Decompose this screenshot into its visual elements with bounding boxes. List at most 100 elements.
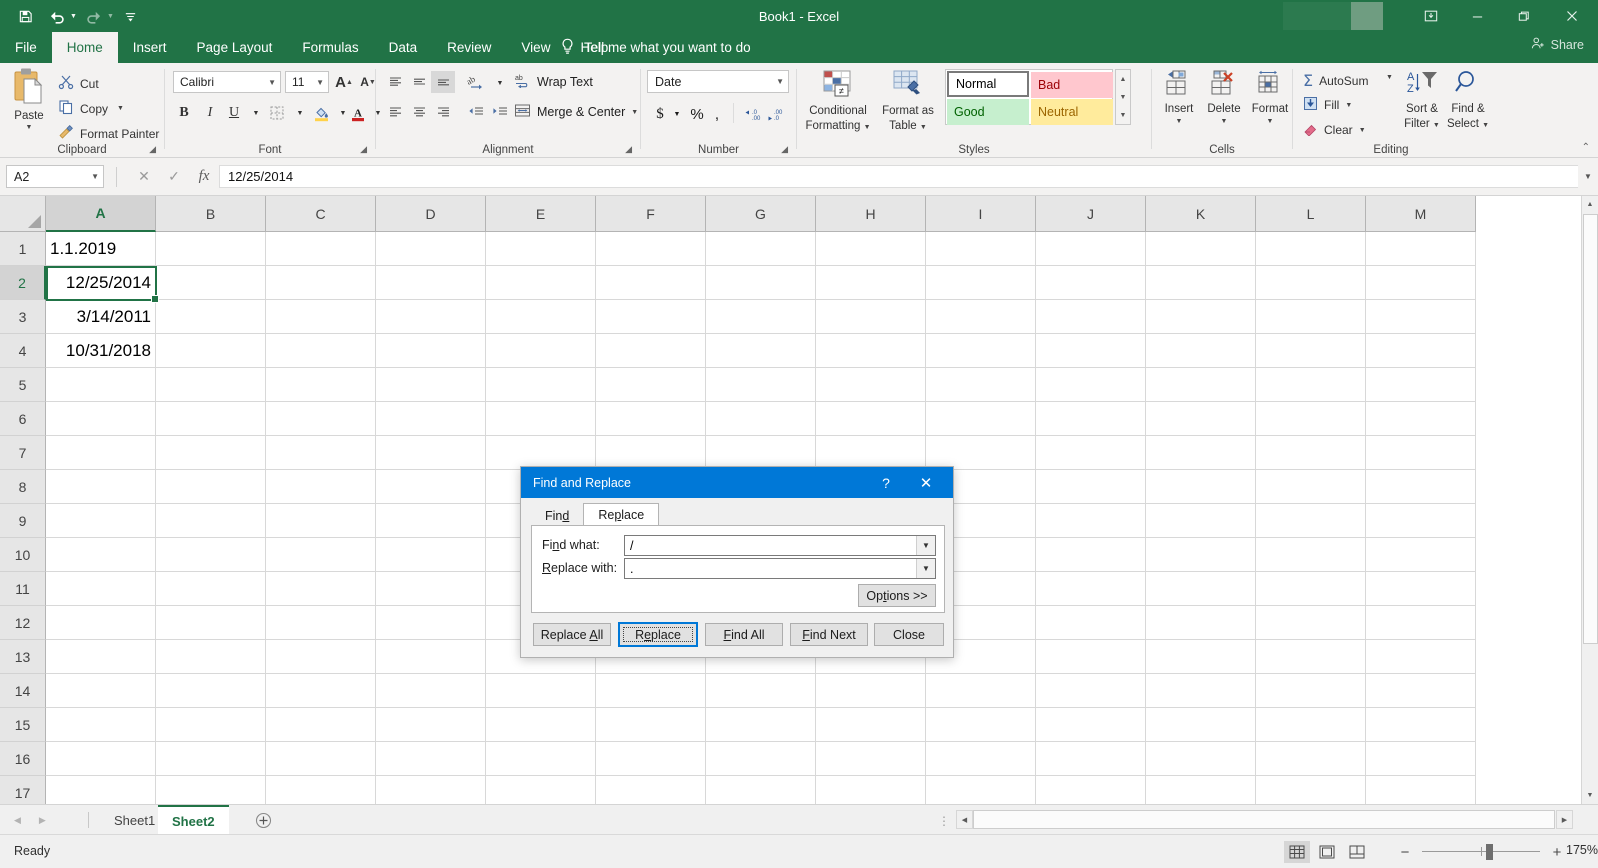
find-next-button[interactable]: Find Next: [790, 623, 868, 646]
horizontal-scroll-thumb[interactable]: [973, 810, 1555, 829]
column-header-H[interactable]: H: [816, 196, 926, 232]
cell-C11[interactable]: [266, 572, 376, 606]
cell-M11[interactable]: [1366, 572, 1476, 606]
vertical-scroll-thumb[interactable]: [1583, 214, 1598, 644]
cell-L17[interactable]: [1256, 776, 1366, 804]
ribbon-tab-review[interactable]: Review: [432, 32, 506, 63]
increase-indent-button[interactable]: [487, 101, 511, 123]
cell-H17[interactable]: [816, 776, 926, 804]
cell-F14[interactable]: [596, 674, 706, 708]
cell-L7[interactable]: [1256, 436, 1366, 470]
cell-E14[interactable]: [486, 674, 596, 708]
find-all-button[interactable]: Find All: [705, 623, 783, 646]
cell-G17[interactable]: [706, 776, 816, 804]
cell-K3[interactable]: [1146, 300, 1256, 334]
cell-K6[interactable]: [1146, 402, 1256, 436]
cell-L6[interactable]: [1256, 402, 1366, 436]
comma-style-button[interactable]: ,: [709, 103, 725, 125]
cell-C5[interactable]: [266, 368, 376, 402]
cell-D7[interactable]: [376, 436, 486, 470]
row-header-12[interactable]: 12: [0, 606, 46, 640]
percent-style-button[interactable]: %: [687, 103, 707, 125]
cell-F2[interactable]: [596, 266, 706, 300]
vertical-scrollbar[interactable]: ▲ ▼: [1581, 196, 1598, 804]
column-header-A[interactable]: A: [46, 196, 156, 232]
close-icon[interactable]: [1546, 0, 1598, 32]
column-header-K[interactable]: K: [1146, 196, 1256, 232]
italic-button[interactable]: I: [199, 101, 221, 125]
cell-C7[interactable]: [266, 436, 376, 470]
cell-L4[interactable]: [1256, 334, 1366, 368]
cell-C9[interactable]: [266, 504, 376, 538]
bold-button[interactable]: B: [173, 101, 195, 125]
close-button[interactable]: Close: [874, 623, 944, 646]
cell-J12[interactable]: [1036, 606, 1146, 640]
insert-cells-button[interactable]: Insert ▼: [1158, 69, 1200, 126]
cell-M9[interactable]: [1366, 504, 1476, 538]
cell-G6[interactable]: [706, 402, 816, 436]
cell-A9[interactable]: [46, 504, 156, 538]
cell-L3[interactable]: [1256, 300, 1366, 334]
cell-J13[interactable]: [1036, 640, 1146, 674]
cell-K4[interactable]: [1146, 334, 1256, 368]
cell-A15[interactable]: [46, 708, 156, 742]
undo-dropdown-icon[interactable]: ▼: [70, 13, 77, 20]
cell-C16[interactable]: [266, 742, 376, 776]
find-and-select-button[interactable]: Find & Select ▼: [1445, 69, 1491, 132]
wrap-text-button[interactable]: ab Wrap Text: [514, 73, 593, 91]
fill-dropdown-icon[interactable]: ▼: [1345, 102, 1352, 109]
cell-E7[interactable]: [486, 436, 596, 470]
delete-cells-dropdown-icon[interactable]: ▼: [1221, 118, 1228, 126]
number-dialog-launcher[interactable]: ◢: [781, 144, 788, 155]
cell-B4[interactable]: [156, 334, 266, 368]
row-header-3[interactable]: 3: [0, 300, 46, 334]
cell-D4[interactable]: [376, 334, 486, 368]
options-button[interactable]: Options >>: [858, 584, 936, 607]
align-top-button[interactable]: [383, 71, 407, 93]
delete-cells-button[interactable]: Delete ▼: [1202, 69, 1246, 126]
cell-M10[interactable]: [1366, 538, 1476, 572]
cell-J7[interactable]: [1036, 436, 1146, 470]
save-icon[interactable]: [10, 3, 40, 29]
font-size-dropdown-icon[interactable]: ▼: [316, 78, 324, 87]
cell-style-good[interactable]: Good: [947, 99, 1029, 125]
align-right-button[interactable]: [431, 101, 455, 123]
gallery-scroll-down-icon[interactable]: ▼: [1116, 88, 1130, 106]
find-what-dropdown-icon[interactable]: ▼: [916, 536, 935, 555]
ribbon-tab-formulas[interactable]: Formulas: [287, 32, 373, 63]
cell-B7[interactable]: [156, 436, 266, 470]
row-header-2[interactable]: 2: [0, 266, 46, 300]
cell-M12[interactable]: [1366, 606, 1476, 640]
cell-D2[interactable]: [376, 266, 486, 300]
cell-H2[interactable]: [816, 266, 926, 300]
cell-E6[interactable]: [486, 402, 596, 436]
cell-C15[interactable]: [266, 708, 376, 742]
ribbon-tab-home[interactable]: Home: [51, 32, 118, 63]
page-layout-view-icon[interactable]: [1314, 841, 1340, 863]
paste-button[interactable]: Paste ▼: [6, 67, 52, 141]
formula-input[interactable]: 12/25/2014: [219, 165, 1578, 188]
alignment-dialog-launcher[interactable]: ◢: [625, 144, 632, 155]
decrease-indent-button[interactable]: [463, 101, 487, 123]
dialog-tab-replace[interactable]: Replace: [583, 503, 660, 526]
cell-J17[interactable]: [1036, 776, 1146, 804]
cell-D1[interactable]: [376, 232, 486, 266]
fill-button[interactable]: Fill ▼: [1303, 96, 1352, 114]
cell-L1[interactable]: [1256, 232, 1366, 266]
replace-all-button[interactable]: Replace All: [533, 623, 611, 646]
align-bottom-button[interactable]: [431, 71, 455, 93]
cell-B5[interactable]: [156, 368, 266, 402]
column-header-M[interactable]: M: [1366, 196, 1476, 232]
cell-B17[interactable]: [156, 776, 266, 804]
copy-dropdown-icon[interactable]: ▼: [117, 105, 124, 112]
cell-C10[interactable]: [266, 538, 376, 572]
cell-E1[interactable]: [486, 232, 596, 266]
find-what-combo[interactable]: / ▼: [624, 535, 936, 556]
cell-F4[interactable]: [596, 334, 706, 368]
cell-M7[interactable]: [1366, 436, 1476, 470]
cell-F17[interactable]: [596, 776, 706, 804]
cell-E15[interactable]: [486, 708, 596, 742]
share-button[interactable]: Share: [1531, 36, 1584, 53]
cell-M8[interactable]: [1366, 470, 1476, 504]
sort-filter-dropdown-icon[interactable]: ▼: [1433, 122, 1440, 129]
